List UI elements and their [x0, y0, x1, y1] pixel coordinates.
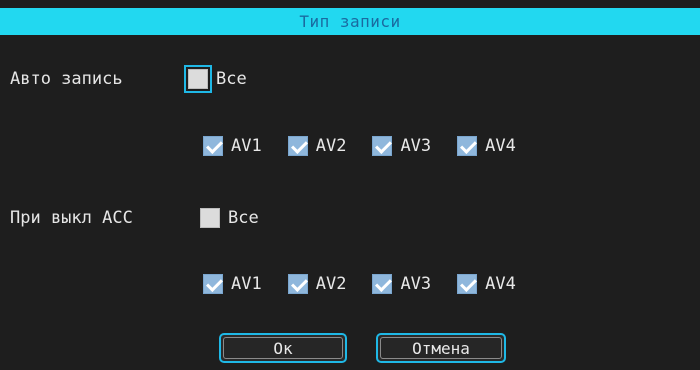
- ok-button-label: Ок: [223, 337, 343, 359]
- acc-off-av4-label: AV4: [485, 274, 516, 294]
- auto-record-av2-label: AV2: [315, 136, 347, 156]
- acc-off-row: При выкл АСС Все: [10, 208, 259, 228]
- acc-off-av1-label: AV1: [231, 274, 262, 294]
- auto-record-av4-checkbox[interactable]: [457, 136, 478, 156]
- acc-off-av2-checkbox[interactable]: [287, 274, 308, 294]
- acc-off-all-label: Все: [228, 208, 259, 228]
- auto-record-av1-checkbox[interactable]: [203, 136, 223, 156]
- auto-record-av4-label: AV4: [485, 136, 516, 156]
- auto-record-av2-checkbox[interactable]: [287, 136, 308, 156]
- acc-off-av3-checkbox[interactable]: [372, 274, 393, 294]
- cancel-button-label: Отмена: [380, 337, 502, 359]
- dialog-title: Тип записи: [299, 12, 401, 31]
- ok-button[interactable]: Ок: [219, 333, 347, 363]
- auto-record-all-label: Все: [216, 69, 247, 89]
- acc-off-av4-checkbox[interactable]: [457, 274, 478, 294]
- acc-off-channels: AV1 AV2 AV3 AV4: [203, 274, 542, 294]
- record-type-dialog: Тип записи Авто запись Все AV1 AV2 AV3 A…: [0, 0, 700, 370]
- cancel-button[interactable]: Отмена: [376, 333, 506, 363]
- auto-record-all-checkbox[interactable]: [184, 65, 212, 93]
- acc-off-av2-label: AV2: [315, 274, 347, 294]
- auto-record-av3-checkbox[interactable]: [372, 136, 393, 156]
- dialog-title-bar: Тип записи: [0, 8, 700, 35]
- acc-off-av3-label: AV3: [400, 274, 432, 294]
- acc-off-av1-checkbox[interactable]: [203, 274, 223, 294]
- auto-record-channels: AV1 AV2 AV3 AV4: [203, 136, 542, 156]
- auto-record-label: Авто запись: [10, 69, 123, 89]
- auto-record-av1-label: AV1: [231, 136, 262, 156]
- acc-off-all-checkbox[interactable]: [200, 208, 220, 228]
- auto-record-av3-label: AV3: [400, 136, 432, 156]
- acc-off-label: При выкл АСС: [10, 208, 133, 228]
- auto-record-row: Авто запись Все: [10, 65, 247, 93]
